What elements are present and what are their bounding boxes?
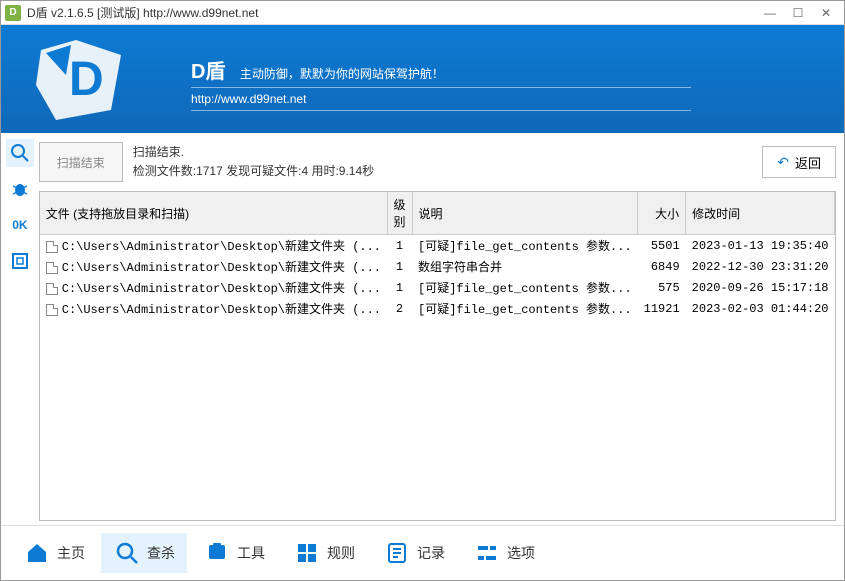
- log-icon: [383, 539, 411, 567]
- app-icon: D: [5, 5, 21, 21]
- bottom-nav: 主页 查杀 工具 规则 记录 选项: [1, 525, 844, 580]
- status-line2: 检测文件数:1717 发现可疑文件:4 用时:9.14秒: [133, 162, 763, 181]
- return-label: 返回: [795, 153, 821, 172]
- cell-file: C:\Users\Administrator\Desktop\新建文件夹 (..…: [40, 235, 387, 257]
- nav-tools-label: 工具: [237, 543, 265, 563]
- nav-home-label: 主页: [57, 543, 85, 563]
- header-desc[interactable]: 说明: [412, 192, 638, 235]
- side-tab-search[interactable]: [6, 139, 34, 167]
- nav-home[interactable]: 主页: [11, 533, 97, 573]
- return-icon: ↶: [777, 154, 789, 171]
- header-size[interactable]: 大小: [638, 192, 686, 235]
- cell-level: 2: [387, 298, 412, 319]
- header-level[interactable]: 级别: [387, 192, 412, 235]
- nav-tools[interactable]: 工具: [191, 533, 277, 573]
- cell-size: 11921: [638, 298, 686, 319]
- cell-file: C:\Users\Administrator\Desktop\新建文件夹 (..…: [40, 298, 387, 319]
- status-text: 扫描结束. 检测文件数:1717 发现可疑文件:4 用时:9.14秒: [133, 143, 763, 181]
- nav-scan-label: 查杀: [147, 543, 175, 563]
- nav-log-label: 记录: [417, 543, 445, 563]
- brand-title: D盾: [191, 55, 225, 84]
- nav-rules[interactable]: 规则: [281, 533, 367, 573]
- window-title: D盾 v2.1.6.5 [测试版] http://www.d99net.net: [27, 4, 756, 21]
- cell-desc: 数组字符串合并: [412, 256, 638, 277]
- nav-scan[interactable]: 查杀: [101, 533, 187, 573]
- return-button[interactable]: ↶ 返回: [762, 146, 836, 178]
- home-icon: [23, 539, 51, 567]
- file-icon: [46, 283, 58, 295]
- cell-file: C:\Users\Administrator\Desktop\新建文件夹 (..…: [40, 277, 387, 298]
- side-tabs: 0K: [1, 133, 39, 525]
- table-header-row: 文件 (支持拖放目录和扫描) 级别 说明 大小 修改时间: [40, 192, 835, 235]
- table-row[interactable]: C:\Users\Administrator\Desktop\新建文件夹 (..…: [40, 277, 835, 298]
- table-row[interactable]: C:\Users\Administrator\Desktop\新建文件夹 (..…: [40, 235, 835, 257]
- header-time[interactable]: 修改时间: [686, 192, 835, 235]
- cell-time: 2022-12-30 23:31:20: [686, 256, 835, 277]
- side-tab-ok[interactable]: 0K: [6, 211, 34, 239]
- titlebar: D D盾 v2.1.6.5 [测试版] http://www.d99net.ne…: [1, 1, 844, 25]
- maximize-button[interactable]: ☐: [784, 3, 812, 23]
- nav-log[interactable]: 记录: [371, 533, 457, 573]
- nav-options-label: 选项: [507, 543, 535, 563]
- cell-size: 6849: [638, 256, 686, 277]
- status-line1: 扫描结束.: [133, 143, 763, 162]
- banner: D D盾 主动防御，默默为你的网站保驾护航！ http://www.d99net…: [1, 25, 844, 133]
- status-row: 扫描结束 扫描结束. 检测文件数:1717 发现可疑文件:4 用时:9.14秒 …: [39, 137, 836, 187]
- rules-icon: [293, 539, 321, 567]
- tools-icon: [203, 539, 231, 567]
- close-button[interactable]: ✕: [812, 3, 840, 23]
- brand-text: D盾 主动防御，默默为你的网站保驾护航！: [191, 55, 444, 84]
- cell-size: 5501: [638, 235, 686, 257]
- options-icon: [473, 539, 501, 567]
- cell-file: C:\Users\Administrator\Desktop\新建文件夹 (..…: [40, 256, 387, 277]
- results-table: 文件 (支持拖放目录和扫描) 级别 说明 大小 修改时间 C:\Users\Ad…: [39, 191, 836, 521]
- cell-size: 575: [638, 277, 686, 298]
- minimize-button[interactable]: —: [756, 3, 784, 23]
- cell-level: 1: [387, 256, 412, 277]
- table-row[interactable]: C:\Users\Administrator\Desktop\新建文件夹 (..…: [40, 256, 835, 277]
- file-icon: [46, 262, 58, 274]
- cell-time: 2023-02-03 01:44:20: [686, 298, 835, 319]
- brand-subtitle: 主动防御，默默为你的网站保驾护航！: [240, 67, 444, 81]
- cell-time: 2023-01-13 19:35:40: [686, 235, 835, 257]
- cell-time: 2020-09-26 15:17:18: [686, 277, 835, 298]
- scan-end-button[interactable]: 扫描结束: [39, 142, 123, 182]
- nav-rules-label: 规则: [327, 543, 355, 563]
- nav-options[interactable]: 选项: [461, 533, 547, 573]
- search-icon: [113, 539, 141, 567]
- svg-text:D: D: [69, 53, 104, 106]
- cell-desc: [可疑]file_get_contents 参数...: [412, 235, 638, 257]
- cell-desc: [可疑]file_get_contents 参数...: [412, 277, 638, 298]
- file-icon: [46, 241, 58, 253]
- table-row[interactable]: C:\Users\Administrator\Desktop\新建文件夹 (..…: [40, 298, 835, 319]
- logo: D: [21, 35, 161, 130]
- brand-url: http://www.d99net.net: [191, 87, 691, 111]
- cell-desc: [可疑]file_get_contents 参数...: [412, 298, 638, 319]
- cell-level: 1: [387, 277, 412, 298]
- header-file[interactable]: 文件 (支持拖放目录和扫描): [40, 192, 387, 235]
- file-icon: [46, 304, 58, 316]
- side-tab-square[interactable]: [6, 247, 34, 275]
- side-tab-bug[interactable]: [6, 175, 34, 203]
- cell-level: 1: [387, 235, 412, 257]
